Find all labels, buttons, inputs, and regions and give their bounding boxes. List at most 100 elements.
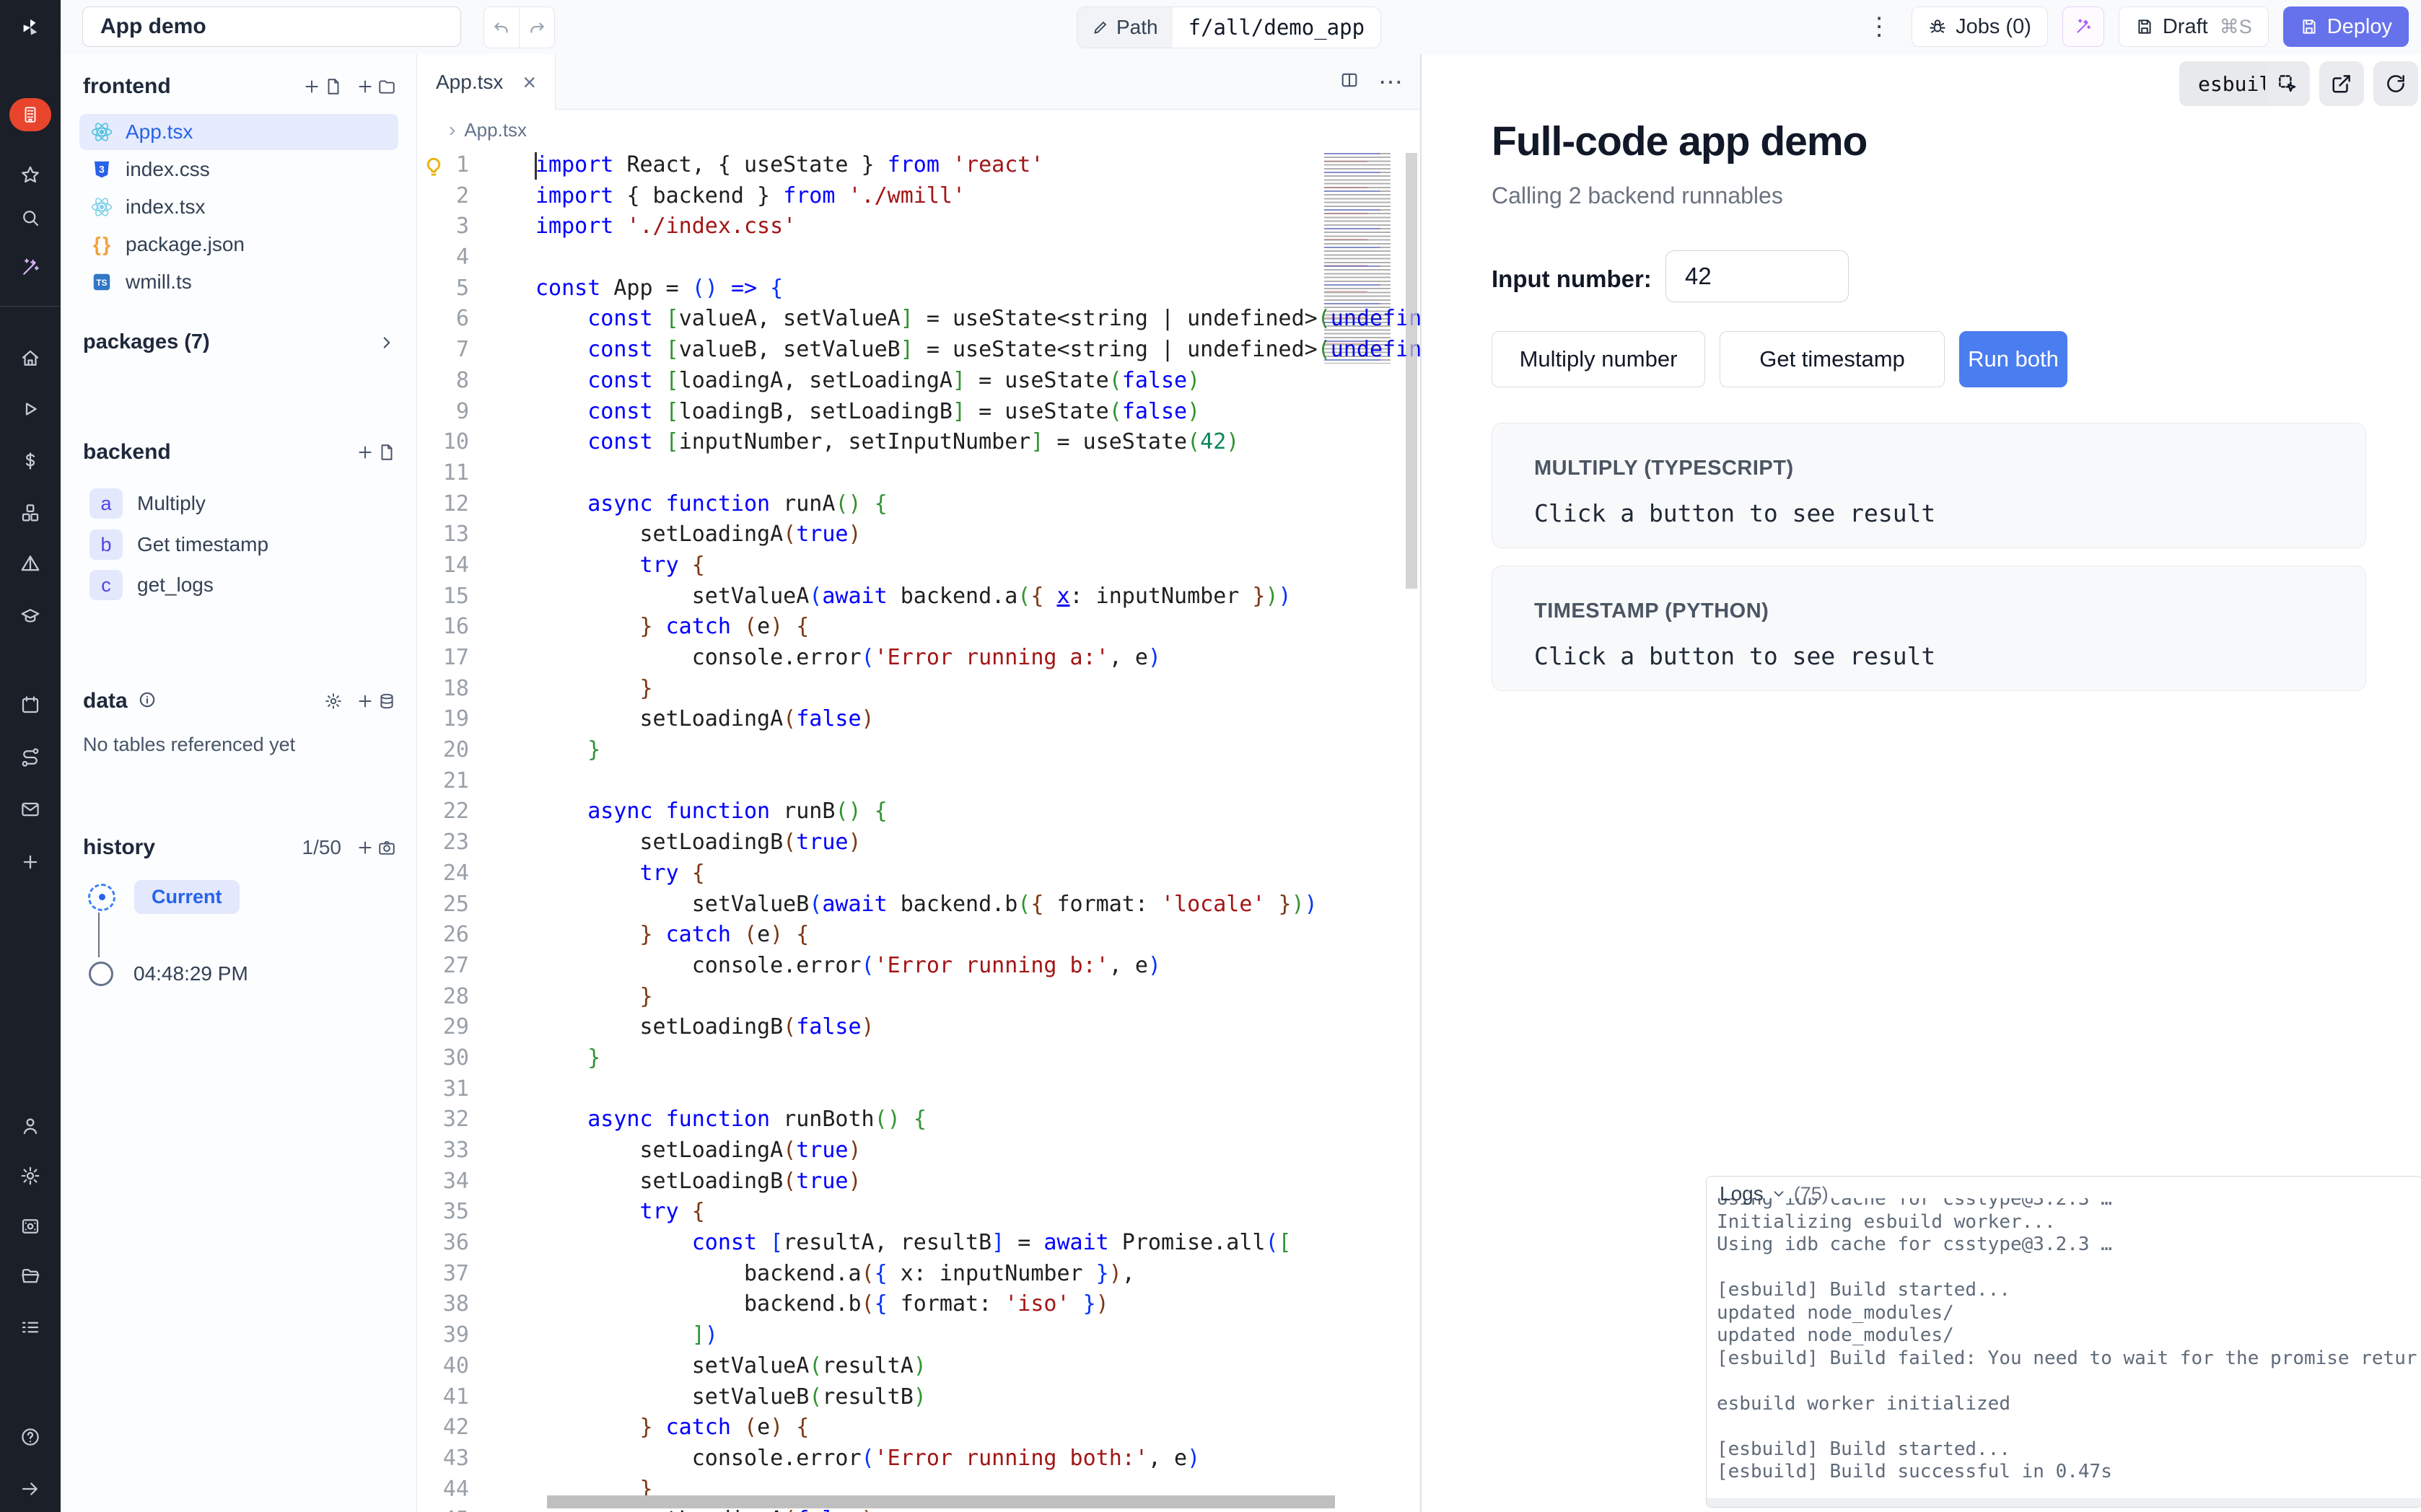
redo-icon bbox=[527, 18, 546, 37]
file-row-package-json[interactable]: { } package.json bbox=[79, 227, 398, 263]
backend-item-get-logs[interactable]: c get_logs bbox=[79, 567, 398, 603]
file-row-wmill-ts[interactable]: TS wmill.ts bbox=[79, 264, 398, 300]
home-icon[interactable] bbox=[18, 346, 43, 371]
add-runnable-button[interactable] bbox=[356, 443, 396, 462]
data-section-header: data bbox=[83, 689, 396, 713]
route-icon[interactable] bbox=[18, 745, 43, 770]
run-both-button[interactable]: Run both bbox=[1959, 331, 2067, 387]
gear-icon[interactable] bbox=[18, 1164, 43, 1188]
draft-label: Draft bbox=[2163, 15, 2208, 39]
folder-icon[interactable] bbox=[18, 1264, 43, 1288]
close-icon[interactable]: × bbox=[522, 71, 536, 94]
add-folder-button[interactable] bbox=[356, 77, 396, 96]
split-editor-icon[interactable] bbox=[1339, 70, 1360, 94]
undo-button[interactable] bbox=[484, 7, 519, 48]
code-line: 15 setValueA(await backend.a({ x: inputN… bbox=[417, 581, 1420, 612]
graduation-cap-icon[interactable] bbox=[18, 604, 43, 628]
draft-button[interactable]: Draft ⌘S bbox=[2119, 6, 2269, 47]
log-line bbox=[1717, 1415, 2417, 1438]
frontend-section-header: frontend bbox=[83, 74, 396, 99]
select-component-button[interactable] bbox=[2265, 61, 2310, 106]
backend-item-get-timestamp[interactable]: b Get timestamp bbox=[79, 527, 398, 563]
history-current-row[interactable]: Current bbox=[88, 880, 240, 914]
redo-button[interactable] bbox=[519, 7, 554, 48]
undo-redo-group bbox=[483, 6, 555, 48]
mail-icon[interactable] bbox=[18, 797, 43, 822]
file-name: wmill.ts bbox=[126, 271, 192, 294]
preview-title: Full-code app demo bbox=[1492, 118, 1867, 165]
horizontal-scrollbar[interactable] bbox=[547, 1495, 1335, 1508]
workspace-icon[interactable] bbox=[9, 98, 51, 131]
breadcrumb[interactable]: › App.tsx bbox=[417, 110, 1420, 150]
history-title: history bbox=[83, 835, 155, 860]
code-line: 26 } catch (e) { bbox=[417, 920, 1420, 951]
chevron-right-icon[interactable] bbox=[377, 333, 396, 352]
pyramid-icon[interactable] bbox=[18, 552, 43, 576]
code-line: 16 } catch (e) { bbox=[417, 612, 1420, 643]
code-area[interactable]: 1import React, { useState } from 'react'… bbox=[417, 150, 1420, 1512]
windmill-logo-icon[interactable] bbox=[18, 16, 43, 40]
data-settings-button[interactable] bbox=[324, 692, 343, 711]
logs-scrollbar[interactable] bbox=[1707, 1498, 2421, 1507]
database-icon bbox=[377, 692, 396, 711]
refresh-button[interactable] bbox=[2373, 61, 2418, 106]
app-name-input[interactable]: App demo bbox=[82, 6, 461, 47]
lightbulb-icon[interactable] bbox=[421, 154, 446, 178]
multiply-number-button[interactable]: Multiply number bbox=[1492, 331, 1705, 387]
list-icon[interactable] bbox=[18, 1315, 43, 1340]
path-pill[interactable]: Path f/all/demo_app bbox=[1077, 6, 1381, 48]
plus-icon[interactable] bbox=[18, 850, 43, 874]
snapshot-button[interactable] bbox=[356, 838, 396, 857]
jobs-button[interactable]: Jobs (0) bbox=[1912, 6, 2048, 47]
logs-body[interactable]: Using idb cache for csstype@3.2.3 …Initi… bbox=[1717, 1198, 2417, 1495]
play-icon[interactable] bbox=[18, 397, 43, 421]
calendar-icon[interactable] bbox=[18, 693, 43, 717]
minimap[interactable] bbox=[1324, 153, 1396, 364]
get-timestamp-button[interactable]: Get timestamp bbox=[1720, 331, 1945, 387]
worker-box-icon[interactable] bbox=[18, 1214, 43, 1239]
info-icon[interactable] bbox=[138, 690, 157, 713]
logs-count: (75) bbox=[1794, 1183, 1829, 1205]
top-bar: App demo Path f/all/demo_app ⋮ Jobs (0) bbox=[61, 0, 2421, 55]
logs-header[interactable]: Logs (75) bbox=[1720, 1182, 1829, 1205]
plus-icon bbox=[356, 838, 375, 857]
file-row-index-tsx[interactable]: index.tsx bbox=[79, 189, 398, 225]
file-row-app-tsx[interactable]: App.tsx bbox=[79, 114, 398, 150]
file-row-index-css[interactable]: 3 index.css bbox=[79, 151, 398, 188]
current-version-badge[interactable]: Current bbox=[134, 880, 240, 914]
css-icon: 3 bbox=[89, 157, 114, 182]
history-version-row[interactable]: 04:48:29 PM bbox=[89, 962, 248, 986]
input-number-field[interactable]: 42 bbox=[1665, 250, 1849, 302]
help-icon[interactable] bbox=[18, 1425, 43, 1449]
editor-tab-bar: App.tsx × ⋯ bbox=[417, 54, 1420, 110]
code-line: 30 } bbox=[417, 1043, 1420, 1074]
dollar-icon[interactable] bbox=[18, 449, 43, 473]
log-line: updated node_modules/ bbox=[1717, 1324, 2417, 1348]
code-line: 2import { backend } from './wmill' bbox=[417, 181, 1420, 212]
deploy-label: Deploy bbox=[2327, 15, 2392, 39]
editor-more-icon[interactable]: ⋯ bbox=[1378, 68, 1404, 97]
star-icon[interactable] bbox=[18, 163, 43, 188]
log-line: [esbuild] Build started... bbox=[1717, 1438, 2417, 1462]
packages-section-header[interactable]: packages (7) bbox=[83, 330, 396, 354]
add-file-button[interactable] bbox=[302, 77, 343, 96]
deploy-button[interactable]: Deploy bbox=[2283, 6, 2409, 47]
data-title: data bbox=[83, 689, 128, 713]
tab-app-tsx[interactable]: App.tsx × bbox=[417, 54, 556, 110]
code-line: 20 } bbox=[417, 735, 1420, 766]
backend-item-multiply[interactable]: a Multiply bbox=[79, 485, 398, 522]
add-table-button[interactable] bbox=[356, 692, 396, 711]
runnable-label: Multiply bbox=[137, 492, 206, 515]
cubes-icon[interactable] bbox=[18, 501, 43, 525]
breadcrumb-file: App.tsx bbox=[464, 119, 527, 141]
code-line: 13 setLoadingA(true) bbox=[417, 519, 1420, 550]
search-icon[interactable] bbox=[18, 206, 43, 230]
magic-wand-icon[interactable] bbox=[18, 255, 43, 280]
vertical-scrollbar[interactable] bbox=[1406, 153, 1417, 589]
open-external-button[interactable] bbox=[2319, 61, 2364, 106]
user-icon[interactable] bbox=[18, 1114, 43, 1138]
code-editor: App.tsx × ⋯ › App.tsx 1import React, { u… bbox=[417, 54, 1420, 1512]
arrow-right-icon[interactable] bbox=[18, 1477, 43, 1501]
ai-wand-button[interactable] bbox=[2062, 6, 2104, 47]
kebab-menu-icon[interactable]: ⋮ bbox=[1861, 6, 1897, 47]
